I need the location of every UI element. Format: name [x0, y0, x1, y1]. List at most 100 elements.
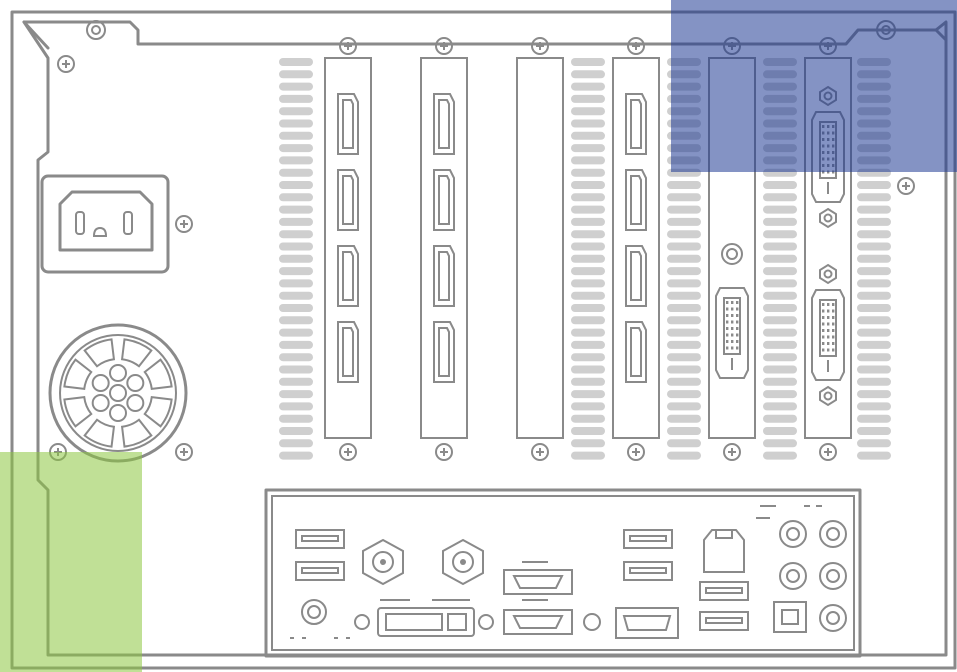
vent-slot — [667, 316, 701, 325]
vent-slot — [571, 254, 605, 263]
vent-slot — [279, 390, 313, 399]
vent-slot — [279, 217, 313, 226]
vent-slot — [857, 230, 891, 239]
vent-slot — [857, 402, 891, 411]
usb-port-stack-right — [699, 581, 749, 631]
vent-slot — [667, 439, 701, 448]
vent-slot — [571, 119, 605, 128]
vent-slot — [763, 193, 797, 202]
vent-slot — [763, 414, 797, 423]
vent-slot — [571, 291, 605, 300]
vent-slot — [279, 427, 313, 435]
hdmi-port — [615, 607, 679, 639]
vent-slot — [279, 119, 313, 128]
vent-slot — [571, 304, 605, 312]
vent-slot — [279, 107, 313, 116]
displayport-port — [337, 245, 359, 307]
vent-slot — [763, 217, 797, 226]
vent-slot — [667, 390, 701, 399]
vent-slot — [571, 439, 605, 448]
vent-slot — [763, 377, 797, 386]
vent-slot — [279, 414, 313, 423]
vent-slot — [763, 340, 797, 349]
vent-slot — [571, 94, 605, 103]
vent-slot — [279, 304, 313, 312]
displayport-port — [625, 93, 647, 155]
vent-slot — [279, 254, 313, 263]
vent-slot — [857, 193, 891, 202]
displayport-port — [625, 245, 647, 307]
rear-panel-figure — [0, 0, 957, 672]
vent-slot — [667, 365, 701, 374]
fan-hole — [126, 374, 145, 392]
vent-slot — [857, 267, 891, 276]
vent-slot — [763, 279, 797, 288]
vent-slot — [857, 451, 891, 460]
vent-slot — [667, 242, 701, 251]
vent-slot — [571, 144, 605, 153]
vent-slot — [667, 181, 701, 189]
vent-slot — [857, 279, 891, 288]
screw-icon — [723, 443, 741, 461]
vent-slot — [279, 316, 313, 325]
vent-slot — [571, 242, 605, 251]
vent-slot — [857, 390, 891, 399]
screw-icon — [627, 443, 645, 461]
ps2-port — [301, 599, 327, 625]
vent-slot — [667, 402, 701, 411]
vent-slot — [571, 279, 605, 288]
vent-slot — [571, 107, 605, 116]
vent-slot — [571, 230, 605, 239]
vent-slot — [571, 377, 605, 386]
coax-port-2 — [442, 538, 484, 586]
expansion-card-gpu-card-1 — [324, 57, 372, 439]
vent-slot — [857, 353, 891, 362]
vent-slot — [763, 328, 797, 337]
vent-slot — [279, 131, 313, 140]
vent-slot — [667, 267, 701, 276]
vent-slot — [279, 205, 313, 214]
vent-slot — [763, 353, 797, 362]
vent-slot — [279, 181, 313, 189]
vent-slot — [763, 316, 797, 325]
vent-slot — [571, 414, 605, 423]
screw-icon — [531, 37, 549, 55]
vent-slot — [763, 390, 797, 399]
vent-slot — [857, 414, 891, 423]
vent-slot — [857, 242, 891, 251]
displayport-port — [337, 93, 359, 155]
vent-slot — [571, 353, 605, 362]
vent-slot — [571, 70, 605, 79]
vent-slot — [279, 193, 313, 202]
vent-slot — [857, 254, 891, 263]
vent-slot — [571, 451, 605, 460]
vent-slot — [857, 328, 891, 337]
fan-grille — [48, 323, 188, 463]
vent-slot — [571, 156, 605, 165]
round-jack — [721, 243, 743, 265]
vent-slot — [571, 402, 605, 411]
dvi-port — [715, 287, 749, 379]
vent-slot — [279, 267, 313, 276]
vent-slot — [857, 291, 891, 300]
screw-icon — [819, 443, 837, 461]
highlight-bottom-left — [0, 452, 142, 672]
fan-hole — [126, 394, 145, 412]
screw-icon — [339, 37, 357, 55]
vent-slot — [571, 365, 605, 374]
vent-slot — [763, 205, 797, 214]
vent-slot — [279, 168, 313, 177]
vent-slot — [667, 230, 701, 239]
displayport-port — [337, 169, 359, 231]
vent-slot — [279, 291, 313, 300]
displayport-port — [433, 245, 455, 307]
vent-slot — [667, 193, 701, 202]
vent-slot — [857, 427, 891, 435]
vent-slot — [279, 365, 313, 374]
vent-slot — [667, 328, 701, 337]
vent-slot — [763, 242, 797, 251]
vent-slot — [667, 205, 701, 214]
vent-slot — [667, 451, 701, 460]
vent-slot — [279, 156, 313, 165]
vent-slot — [667, 304, 701, 312]
